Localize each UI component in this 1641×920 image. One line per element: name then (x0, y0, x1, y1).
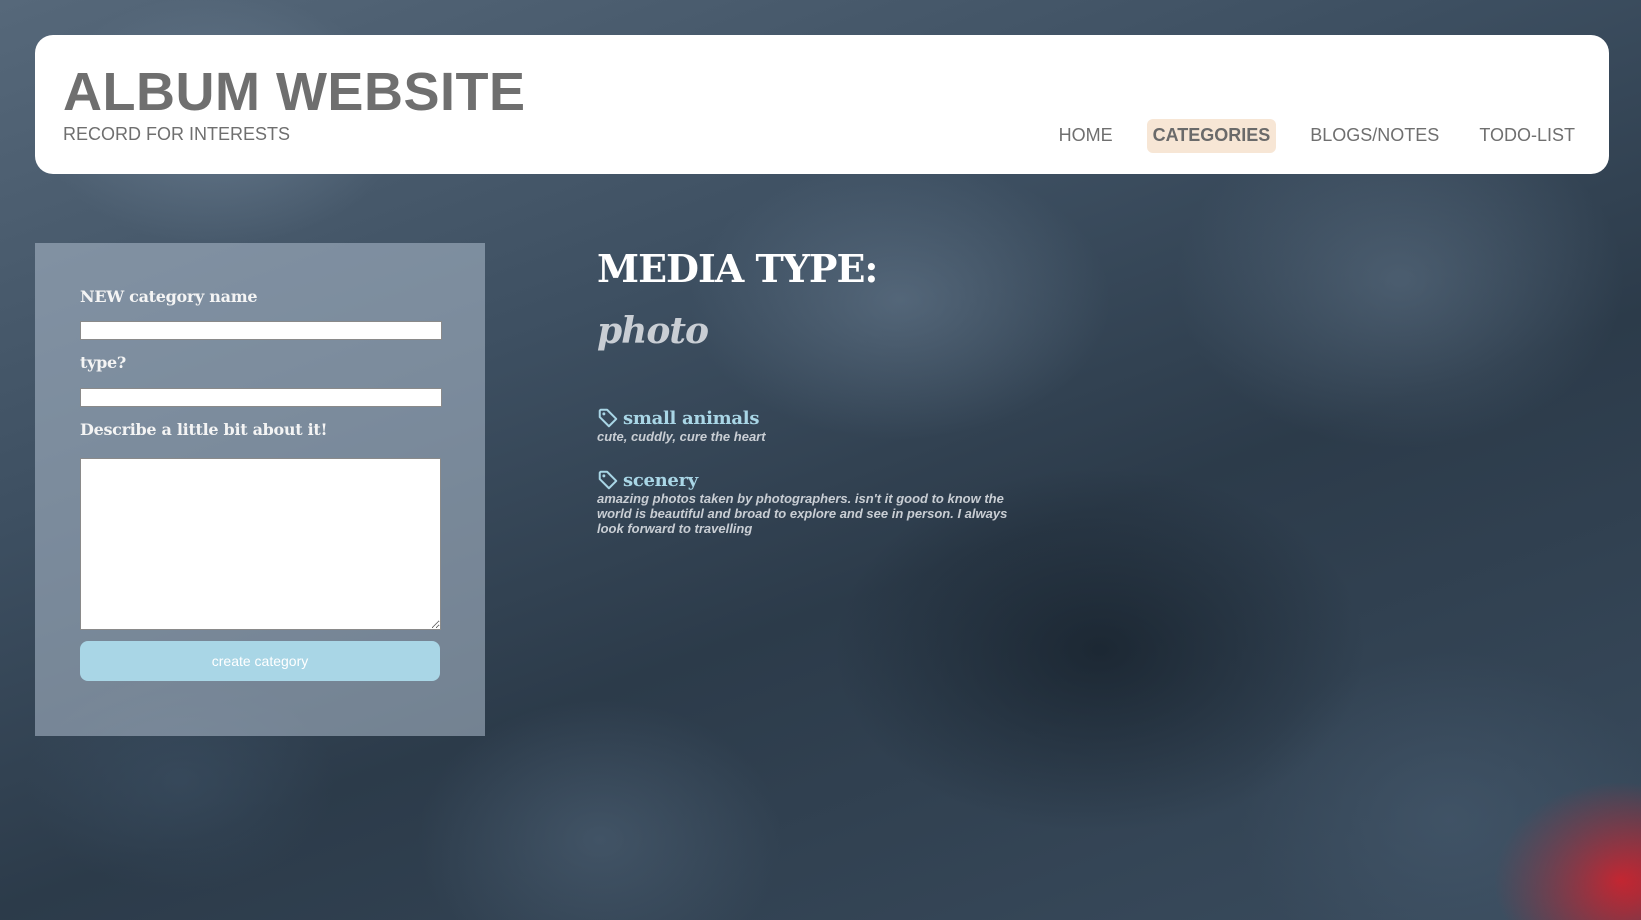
nav-item-categories[interactable]: CATEGORIES (1146, 119, 1277, 153)
new-category-form: NEW category name type? Describe a littl… (35, 243, 485, 736)
category-name-input[interactable] (80, 321, 442, 340)
category-description: amazing photos taken by photographers. i… (597, 491, 1008, 536)
media-type-heading: MEDIA TYPE: (597, 246, 878, 291)
category-item: small animals cute, cuddly, cure the hea… (597, 407, 1037, 445)
nav-item-blogs-notes[interactable]: BLOGS/NOTES (1304, 119, 1445, 153)
site-subtitle: RECORD FOR INTERESTS (63, 124, 291, 144)
media-type-value: photo (597, 310, 709, 352)
category-name: small animals (623, 407, 760, 429)
category-name-label: NEW category name (80, 287, 258, 306)
category-link-scenery[interactable]: scenery (597, 469, 1037, 491)
site-title: ALBUM WEBSITE (63, 62, 526, 122)
category-description: cute, cuddly, cure the heart (597, 429, 766, 444)
category-link-small-animals[interactable]: small animals (597, 407, 1037, 429)
description-label: Describe a little bit about it! (80, 420, 328, 439)
description-textarea[interactable] (80, 458, 441, 630)
category-name: scenery (623, 469, 698, 491)
type-input[interactable] (80, 388, 442, 407)
nav-item-home[interactable]: HOME (1053, 119, 1119, 153)
nav-item-todo-list[interactable]: TODO-LIST (1473, 119, 1581, 153)
main-nav: HOME CATEGORIES BLOGS/NOTES TODO-LIST (1053, 119, 1581, 153)
create-category-button[interactable]: create category (80, 641, 440, 681)
category-item: scenery amazing photos taken by photogra… (597, 469, 1037, 537)
type-label: type? (80, 353, 126, 372)
tag-icon (598, 470, 618, 490)
site-header: ALBUM WEBSITE RECORD FOR INTERESTS HOME … (35, 35, 1609, 174)
tag-icon (598, 408, 618, 428)
